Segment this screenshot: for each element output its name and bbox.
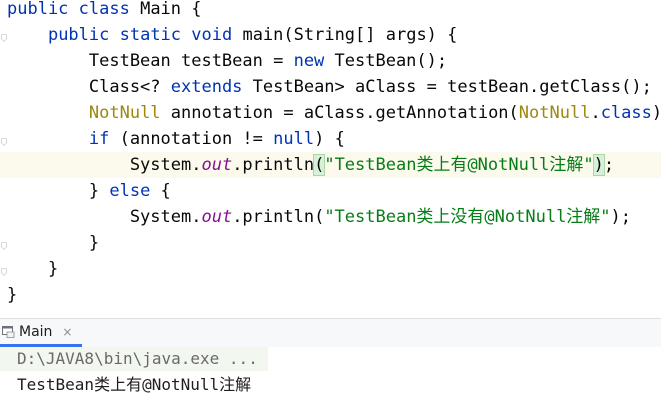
run-tool-window-tabbar: Main × bbox=[0, 318, 661, 348]
code-token: null bbox=[273, 129, 315, 149]
code-token: NotNull bbox=[518, 103, 591, 123]
code-token: ) bbox=[592, 154, 605, 176]
code-token: class bbox=[600, 103, 652, 123]
code-token: ; bbox=[603, 155, 615, 175]
code-token: Class<? bbox=[7, 77, 171, 97]
code-line-content: TestBean testBean = new TestBean(); bbox=[7, 48, 447, 74]
code-token: annotation = aClass.getAnnotation( bbox=[160, 103, 519, 123]
code-line-content: } bbox=[7, 256, 58, 282]
code-token: if bbox=[88, 129, 120, 149]
console-output-line: TestBean类上有@NotNull注解 bbox=[17, 375, 252, 394]
code-line[interactable]: TestBean testBean = new TestBean(); bbox=[0, 48, 661, 74]
code-token: "TestBean类上有@NotNull注解" bbox=[324, 155, 594, 175]
code-token: ) { bbox=[314, 129, 345, 149]
code-line[interactable]: System.out.println("TestBean类上没有@NotNull… bbox=[0, 204, 661, 230]
code-token: Main { bbox=[140, 0, 202, 19]
code-token: System. bbox=[7, 155, 202, 175]
code-token: TestBean(); bbox=[334, 51, 448, 71]
code-line-content: } else { bbox=[7, 178, 171, 204]
code-token: } bbox=[7, 181, 110, 201]
code-line-content: if (annotation != null) { bbox=[7, 126, 345, 152]
code-token: } bbox=[7, 285, 18, 305]
code-line-content: public class Main { bbox=[7, 0, 202, 22]
code-line-content: NotNull annotation = aClass.getAnnotatio… bbox=[7, 100, 661, 126]
code-token: void bbox=[191, 25, 243, 45]
code-token: public bbox=[47, 25, 120, 45]
console-command-line[interactable]: D:\JAVA8\bin\java.exe ... bbox=[0, 347, 268, 371]
java-run-config-icon bbox=[2, 325, 15, 338]
code-line-content: System.out.println("TestBean类上有@NotNull注… bbox=[7, 152, 614, 178]
code-token: .println bbox=[232, 155, 315, 175]
code-line[interactable]: public static void main(String[] args) { bbox=[0, 22, 661, 48]
close-icon[interactable]: × bbox=[62, 325, 72, 339]
code-token: System. bbox=[7, 207, 202, 227]
run-tab-label: Main bbox=[19, 323, 53, 340]
code-token: extends bbox=[170, 77, 253, 97]
code-line[interactable]: } bbox=[0, 230, 661, 256]
code-token: new bbox=[293, 51, 335, 71]
code-token: } bbox=[7, 259, 59, 279]
run-tab-main[interactable]: Main × bbox=[0, 319, 83, 347]
code-token: ( bbox=[313, 154, 326, 176]
code-line-content: System.out.println("TestBean类上没有@NotNull… bbox=[7, 204, 631, 230]
run-console[interactable]: D:\JAVA8\bin\java.exe ... TestBean类上有@No… bbox=[0, 347, 661, 400]
code-token: ); bbox=[652, 103, 661, 123]
code-line[interactable]: System.out.println("TestBean类上有@NotNull注… bbox=[0, 152, 661, 178]
code-token: . bbox=[590, 103, 601, 123]
code-token: out bbox=[201, 155, 233, 175]
code-token: NotNull bbox=[88, 103, 161, 123]
code-token: .println( bbox=[232, 207, 325, 227]
code-editor[interactable]: public class Main { public static void m… bbox=[0, 0, 661, 312]
code-line[interactable]: NotNull annotation = aClass.getAnnotatio… bbox=[0, 100, 661, 126]
code-token: "TestBean类上没有@NotNull注解" bbox=[324, 207, 611, 227]
code-token: { bbox=[160, 181, 171, 201]
code-token: else bbox=[109, 181, 161, 201]
code-line[interactable]: if (annotation != null) { bbox=[0, 126, 661, 152]
code-line-content: public static void main(String[] args) { bbox=[7, 22, 457, 48]
code-line[interactable]: } else { bbox=[0, 178, 661, 204]
code-line-content: } bbox=[7, 282, 17, 308]
code-token: (annotation != bbox=[119, 129, 274, 149]
code-token: static bbox=[119, 25, 192, 45]
code-line[interactable]: } bbox=[0, 282, 661, 308]
code-token: main(String[] args) { bbox=[242, 25, 458, 45]
code-token: TestBean testBean = bbox=[7, 51, 294, 71]
code-token: out bbox=[201, 207, 233, 227]
code-token: ); bbox=[610, 207, 632, 227]
code-token: } bbox=[7, 233, 100, 253]
code-line[interactable]: } bbox=[0, 256, 661, 282]
code-token: TestBean> aClass = testBean.getClass(); bbox=[252, 77, 652, 97]
code-line[interactable]: public class Main { bbox=[0, 0, 661, 22]
code-token: public bbox=[7, 0, 79, 19]
code-line[interactable]: Class<? extends TestBean> aClass = testB… bbox=[0, 74, 661, 100]
code-line-content: Class<? extends TestBean> aClass = testB… bbox=[7, 74, 652, 100]
code-line-content: } bbox=[7, 230, 99, 256]
code-token: class bbox=[78, 0, 141, 19]
